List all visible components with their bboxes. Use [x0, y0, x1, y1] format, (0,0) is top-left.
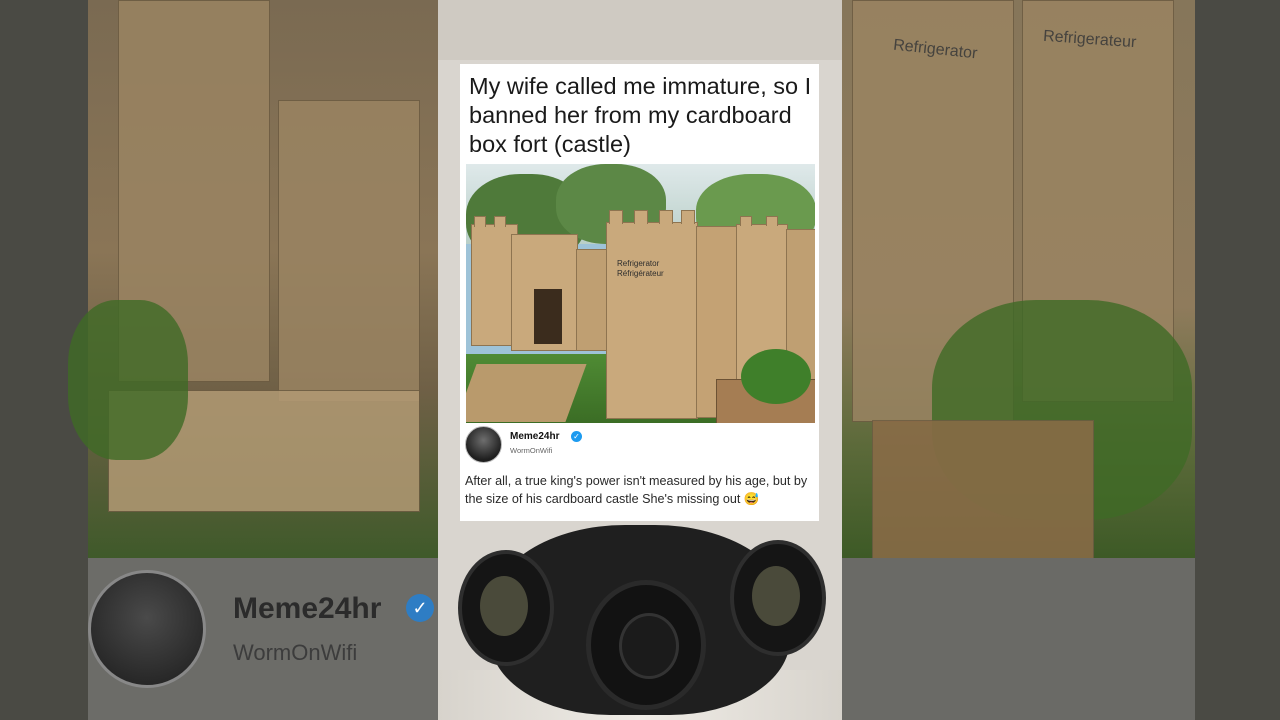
background-left-panel: Meme24hr ✓ WormOnWifi — [0, 0, 438, 720]
castle-tower-front: Refrigerator Réfrigérateur — [606, 222, 698, 419]
meme-caption: My wife called me immature, so I banned … — [469, 73, 812, 157]
castle-wall — [576, 249, 608, 351]
cardboard-floor — [466, 364, 587, 422]
crenellation — [494, 216, 506, 227]
crenellation — [681, 210, 695, 224]
background-verified-icon: ✓ — [406, 594, 434, 622]
crenellation — [609, 210, 623, 224]
background-left-photo — [68, 0, 438, 558]
verified-badge-icon: ✓ — [571, 431, 582, 442]
crenellation — [740, 216, 752, 226]
photo-label-refrigerateur: Réfrigérateur — [617, 269, 664, 278]
video-frame: My wife called me immature, so I banned … — [438, 0, 842, 720]
background-planter — [872, 420, 1094, 560]
crenellation — [659, 210, 673, 224]
background-right-photo: Refrigerator Refrigerateur — [842, 0, 1195, 560]
gas-mask-filter-right — [730, 540, 826, 656]
background-cardboard-box — [278, 100, 420, 402]
meme-card: My wife called me immature, so I banned … — [460, 64, 819, 521]
background-avatar — [88, 570, 206, 688]
crenellation — [634, 210, 648, 224]
castle-gate — [534, 289, 562, 344]
gas-mask-filter-left — [458, 550, 554, 666]
background-profile-strip-right — [842, 558, 1195, 720]
photo-basil-plant — [741, 349, 811, 404]
gas-mask-person — [438, 520, 842, 720]
cardboard-castle-photo: Refrigerator Réfrigérateur — [466, 164, 815, 423]
crenellation — [474, 216, 486, 227]
video-top-area — [438, 0, 842, 60]
post-body-text: After all, a true king's power isn't mea… — [465, 474, 808, 506]
background-label-refrigerateur: Refrigerateur — [1042, 27, 1137, 52]
crenellation — [766, 216, 778, 226]
background-profile-handle: WormOnWifi — [233, 640, 358, 665]
background-foliage — [68, 300, 188, 460]
post-author: Meme24hr ✓ WormOnWifi — [465, 426, 815, 464]
background-right-panel: Refrigerator Refrigerateur — [842, 0, 1280, 720]
gas-mask-valve — [586, 580, 706, 710]
background-label-refrigerator: Refrigerator — [892, 36, 979, 63]
background-profile-name: Meme24hr — [233, 592, 382, 625]
author-avatar[interactable] — [465, 426, 502, 463]
photo-label-refrigerator: Refrigerator — [617, 259, 660, 268]
author-name[interactable]: Meme24hr — [510, 431, 559, 442]
background-profile-strip: Meme24hr ✓ WormOnWifi — [88, 558, 438, 720]
author-handle: WormOnWifi — [510, 446, 553, 455]
